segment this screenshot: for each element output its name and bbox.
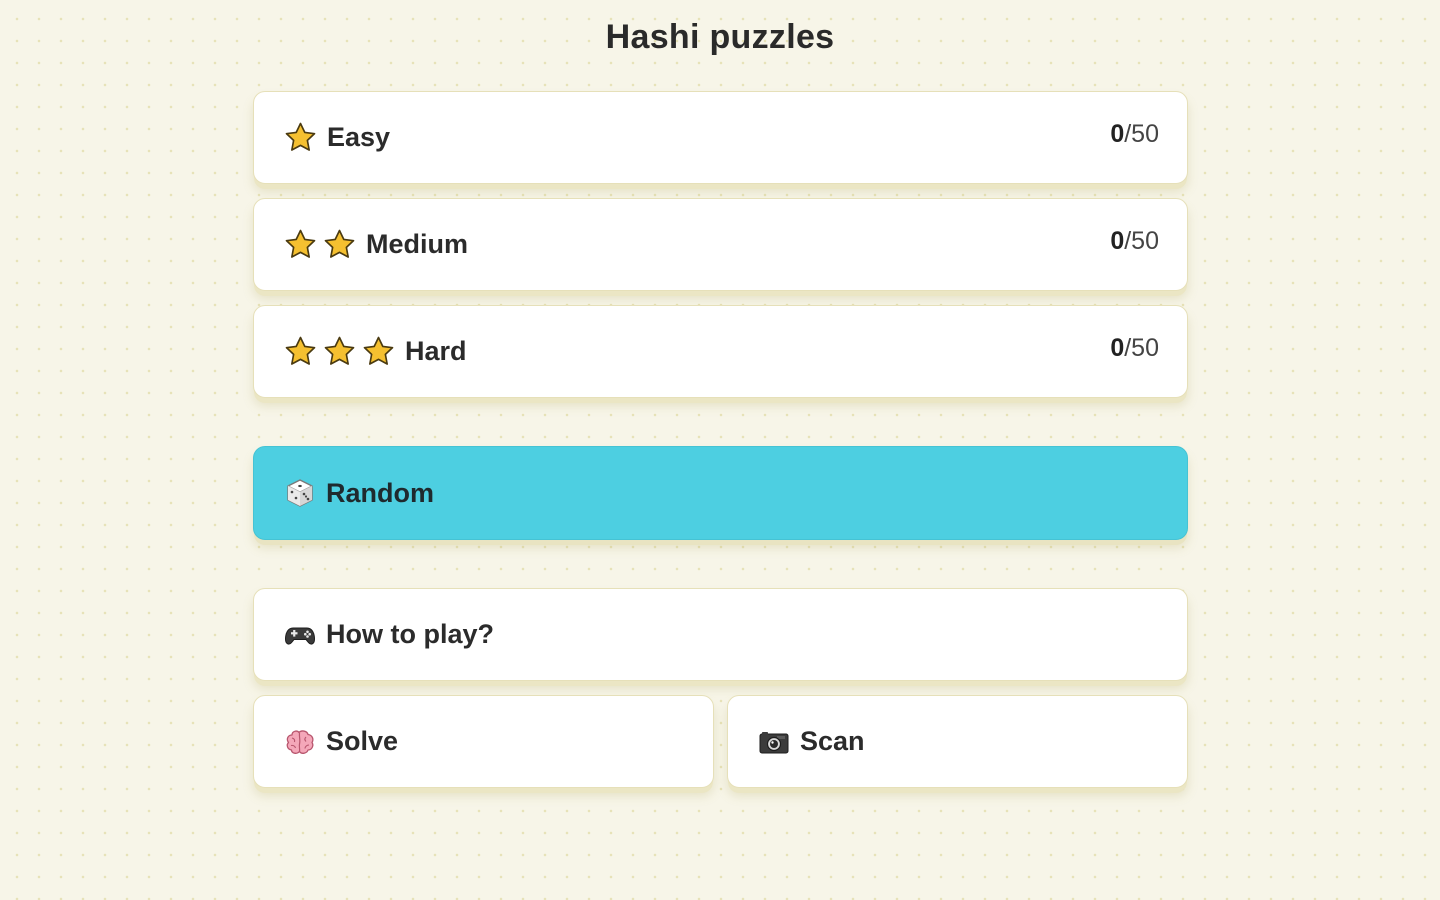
total-count: /50	[1124, 227, 1159, 255]
level-label: Medium	[366, 229, 469, 259]
difficulty-stars	[284, 228, 356, 261]
level-label: Easy	[327, 122, 391, 152]
star-icon	[324, 336, 355, 365]
random-label: Random	[326, 477, 434, 508]
brain-icon	[286, 729, 314, 754]
how-to-play-button[interactable]: How to play?	[253, 588, 1188, 681]
difficulty-stars	[284, 121, 317, 154]
camera-icon	[759, 731, 789, 753]
level-label: Hard	[405, 336, 467, 366]
solved-count: 0	[1110, 334, 1125, 362]
star-icon	[285, 336, 316, 365]
solved-count: 0	[1110, 120, 1125, 148]
level-progress: 0/50	[1110, 334, 1159, 363]
solved-count: 0	[1110, 227, 1125, 255]
how-to-play-label: How to play?	[326, 619, 494, 649]
scan-label: Scan	[800, 726, 865, 756]
star-icon	[285, 122, 316, 151]
difficulty-stars	[284, 335, 395, 368]
solve-label: Solve	[326, 726, 399, 756]
level-progress: 0/50	[1110, 227, 1159, 256]
dice-icon	[287, 479, 313, 507]
level-hard-button[interactable]: Hard 0/50	[253, 305, 1188, 398]
page-title: Hashi puzzles	[605, 18, 835, 56]
total-count: /50	[1124, 334, 1159, 362]
star-icon	[324, 229, 355, 258]
level-medium-button[interactable]: Medium 0/50	[253, 198, 1188, 291]
star-icon	[363, 336, 394, 365]
gamepad-icon	[284, 627, 316, 645]
tools-row: Solve Scan	[253, 695, 1188, 788]
level-easy-button[interactable]: Easy 0/50	[253, 91, 1188, 184]
solve-button[interactable]: Solve	[253, 695, 714, 788]
random-button[interactable]: Random	[253, 446, 1188, 540]
total-count: /50	[1124, 120, 1159, 148]
scan-button[interactable]: Scan	[727, 695, 1188, 788]
main-menu: Easy 0/50 Medium 0/50 Hard 0/50 Random H…	[253, 91, 1188, 788]
star-icon	[285, 229, 316, 258]
level-progress: 0/50	[1110, 120, 1159, 149]
